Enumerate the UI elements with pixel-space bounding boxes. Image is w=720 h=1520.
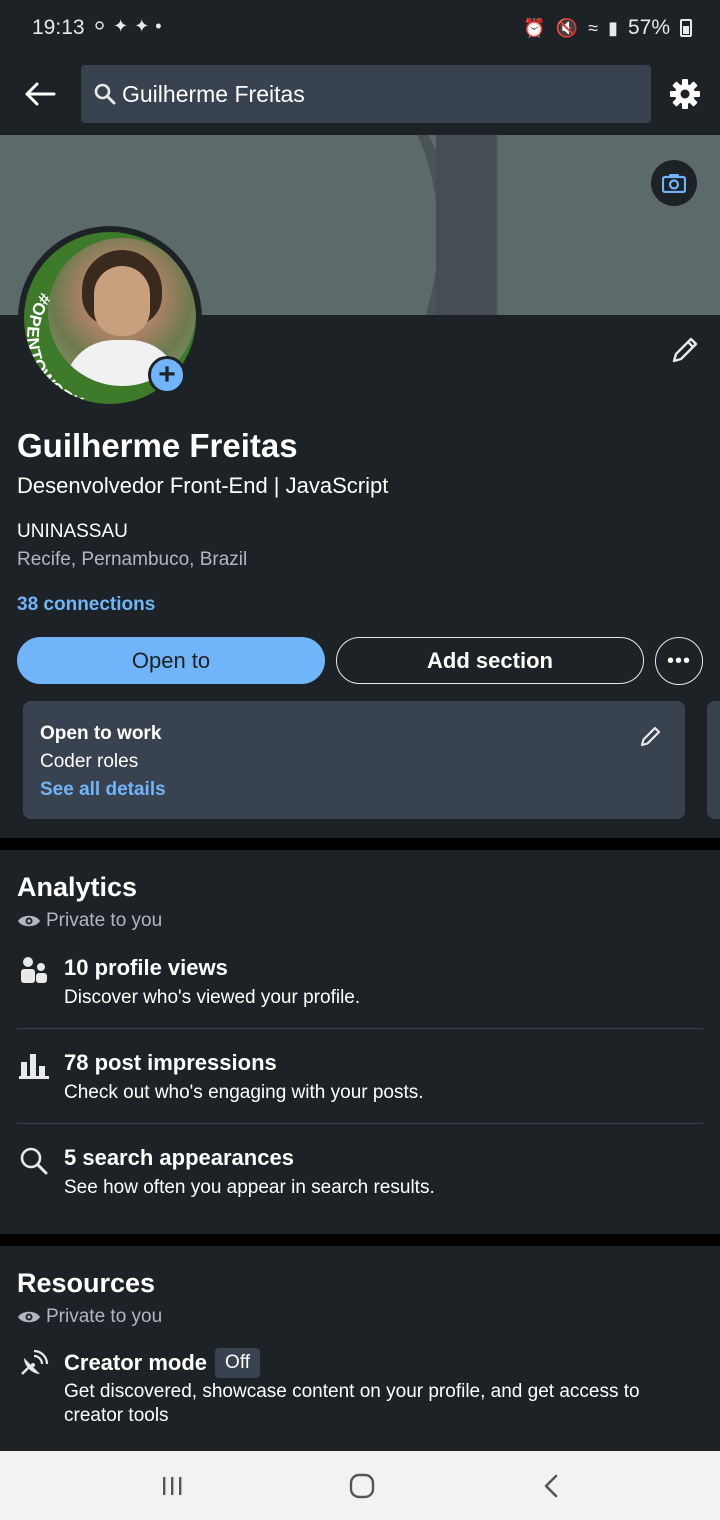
section-divider [0,838,720,850]
profile-name: Guilherme Freitas [17,427,298,464]
divider [17,1028,703,1029]
analytics-item-profile-views[interactable]: 10 profile views Discover who's viewed y… [0,955,720,1025]
analytics-title: Analytics [17,872,138,902]
svg-text:#OPENTOWORK: #OPENTOWORK [24,290,87,404]
creator-mode-label: Creator mode [64,1350,208,1375]
twitter-icon: ✦ [134,16,150,36]
more-options-button[interactable]: ••• [655,637,703,685]
gear-icon[interactable] [668,77,702,111]
resources-item-creator-mode[interactable]: Creator mode Off Get discovered, showcase… [0,1348,720,1438]
profile-headline: Desenvolvedor Front-End | JavaScript [17,473,389,498]
see-all-details-link[interactable]: See all details [40,779,166,801]
home-icon[interactable] [342,1471,382,1501]
search-icon [20,1147,48,1175]
add-photo-button[interactable]: + [148,356,186,394]
creator-mode-sub: Get discovered, showcase content on your… [64,1381,640,1426]
system-icons: ⏰ 🔇 ≈ ▮ 57% [523,16,692,40]
private-to-you-label: Private to you [46,910,163,931]
search-icon [94,83,116,105]
profile-location: Recife, Pernambuco, Brazil [17,549,248,570]
search-bar[interactable] [81,65,651,123]
resources-title: Resources [17,1268,156,1298]
back-nav-icon[interactable] [532,1471,572,1501]
satellite-dish-icon [21,1349,49,1375]
back-arrow-icon[interactable] [22,76,58,112]
analytics-privacy: Private to you [17,910,162,932]
recent-apps-icon[interactable] [152,1471,192,1501]
post-impressions-sub: Check out who's engaging with your posts… [64,1082,424,1103]
analytics-item-post-impressions[interactable]: 78 post impressions Check out who's enga… [0,1050,720,1120]
reddit-icon: ⚪ [92,16,108,36]
search-appearances-sub: See how often you appear in search resul… [64,1177,435,1198]
people-icon [21,957,47,983]
add-section-button[interactable]: Add section [336,637,644,684]
analytics-item-search-appearances[interactable]: 5 search appearances See how often you a… [0,1145,720,1215]
status-bar: 19:13 ⚪ ✦ ✦ • ⏰ 🔇 ≈ ▮ 57% [0,0,720,56]
mute-icon: 🔇 [555,17,579,38]
profile-school[interactable]: UNINASSAU [17,521,128,543]
search-appearances-title: 5 search appearances [64,1145,294,1170]
edit-intro-pencil-icon[interactable] [668,333,702,367]
post-impressions-title: 78 post impressions [64,1050,277,1075]
dot-icon: • [155,16,162,36]
status-time: 19:13 [32,16,85,39]
twitter-icon: ✦ [113,16,129,36]
wifi-icon: ≈ [588,17,599,38]
creator-mode-status-badge: Off [215,1348,261,1378]
private-to-you-label: Private to you [46,1306,163,1327]
divider [17,1123,703,1124]
camera-icon [662,174,686,193]
ellipsis-icon: ••• [666,649,691,672]
plus-icon: + [158,358,176,391]
bar-chart-icon [19,1054,49,1079]
system-navigation-bar [0,1451,720,1520]
open-to-work-card[interactable]: Open to work Coder roles See all details [23,701,685,819]
connections-link[interactable]: 38 connections [17,594,155,616]
profile-views-sub: Discover who's viewed your profile. [64,987,361,1008]
pencil-icon[interactable] [638,723,664,749]
edit-cover-camera-button[interactable] [651,160,697,206]
signal-icon: ▮ [608,17,618,38]
search-input[interactable] [122,77,622,111]
battery-text: 57% [627,16,670,39]
resources-privacy: Private to you [17,1306,162,1328]
battery-icon [680,19,692,37]
section-divider [0,1234,720,1246]
top-bar [0,56,720,134]
eye-icon [18,915,40,927]
open-to-work-roles: Coder roles [40,751,139,772]
next-card-peek[interactable] [707,701,720,819]
alarm-icon: ⏰ [523,17,546,38]
creator-mode-title: Creator mode Off [64,1348,261,1378]
open-to-work-title: Open to work [40,723,162,744]
eye-icon [18,1311,40,1323]
profile-views-title: 10 profile views [64,955,228,980]
notification-icons: ⚪ ✦ ✦ • [92,16,162,37]
open-to-button[interactable]: Open to [17,637,325,684]
